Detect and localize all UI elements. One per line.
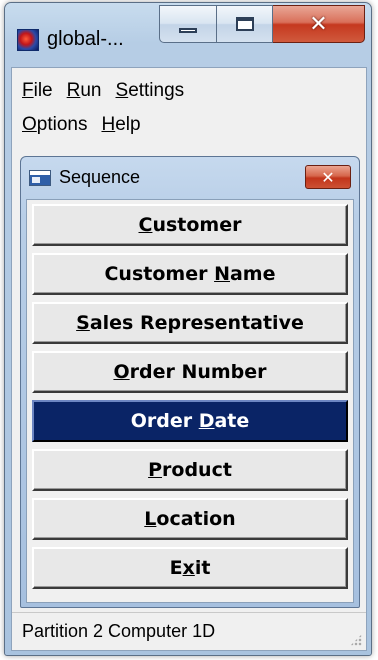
menu-row-1: File Run Settings xyxy=(18,74,362,108)
location-button[interactable]: Location xyxy=(32,498,348,540)
customer-name-button[interactable]: Customer Name xyxy=(32,253,348,295)
maximize-button[interactable] xyxy=(217,5,273,43)
sales-representative-button[interactable]: Sales Representative xyxy=(32,302,348,344)
maximize-icon xyxy=(235,17,254,31)
menu-help[interactable]: Help xyxy=(97,108,150,142)
menu-run[interactable]: Run xyxy=(63,74,112,108)
resize-grip-icon[interactable] xyxy=(350,634,362,646)
close-icon: ✕ xyxy=(309,11,328,37)
sequence-button-panel: Customer Customer Name Sales Representat… xyxy=(26,199,354,603)
menu-file[interactable]: File xyxy=(18,74,63,108)
sequence-title: Sequence xyxy=(59,167,141,187)
order-date-button[interactable]: Order Date xyxy=(32,400,348,442)
title-bar[interactable]: global-... ✕ xyxy=(5,3,371,65)
product-button[interactable]: Product xyxy=(32,449,348,491)
window-title: global-... xyxy=(47,28,124,50)
app-icon[interactable] xyxy=(17,29,39,51)
main-window: global-... ✕ File Run Settings Options H… xyxy=(4,2,372,656)
caption-buttons: ✕ xyxy=(159,5,365,47)
exit-button[interactable]: Ex it xyxy=(32,547,348,589)
sequence-title-bar[interactable]: Sequence xyxy=(29,167,140,188)
sequence-window: Sequence ✕ Customer Customer Name Sales … xyxy=(20,156,360,608)
status-bar: Partition 2 Computer 1D xyxy=(12,612,366,650)
sequence-close-button[interactable]: ✕ xyxy=(305,165,351,189)
menu-bar: File Run Settings Options Help xyxy=(12,68,366,142)
minimize-icon xyxy=(179,27,197,33)
menu-settings[interactable]: Settings xyxy=(112,74,195,108)
minimize-button[interactable] xyxy=(159,5,217,43)
menu-options[interactable]: Options xyxy=(18,108,97,142)
window-icon xyxy=(29,169,51,186)
close-icon: ✕ xyxy=(321,167,335,187)
close-button[interactable]: ✕ xyxy=(273,5,365,43)
status-text: Partition 2 Computer 1D xyxy=(22,621,216,641)
order-number-button[interactable]: Order Number xyxy=(32,351,348,393)
client-area: File Run Settings Options Help Sequence … xyxy=(11,67,367,651)
customer-button[interactable]: Customer xyxy=(32,204,348,246)
menu-row-2: Options Help xyxy=(18,108,362,142)
